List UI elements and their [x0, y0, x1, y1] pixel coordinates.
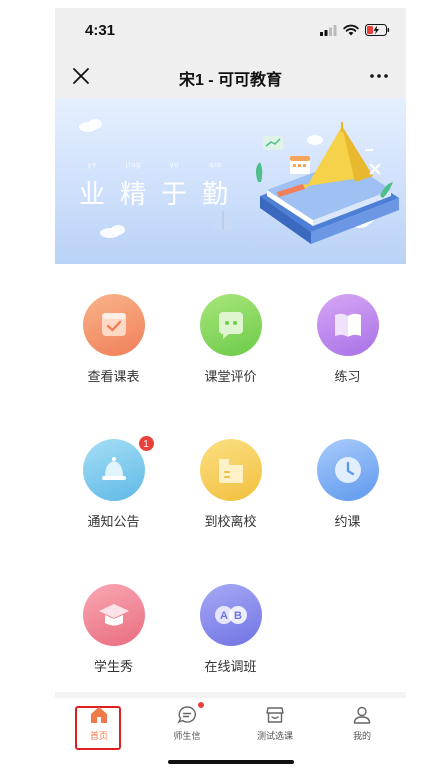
battery-charging-icon: [365, 24, 390, 36]
grid-label: 约课: [334, 514, 361, 529]
notification-badge: 1: [137, 435, 155, 452]
grid-item-practice[interactable]: 练习: [289, 294, 406, 385]
hero-banner: yè 业 jīng 精 yú 于 qín 勤: [55, 98, 406, 264]
svg-text:B: B: [234, 610, 242, 622]
grid-label: 到校离校: [204, 514, 257, 529]
ab-switch-icon: AB: [199, 584, 262, 646]
status-bar: 4:31: [55, 8, 406, 54]
motto-char: qín 勤: [202, 162, 230, 210]
grid-label: 通知公告: [87, 514, 140, 529]
grid-item-student-show[interactable]: 学生秀: [55, 584, 172, 675]
more-icon[interactable]: [368, 68, 390, 84]
signal-icon: [320, 24, 337, 36]
tab-label: 我的: [352, 731, 371, 741]
user-icon: [351, 704, 373, 726]
book-icon: [316, 294, 379, 356]
tab-label: 首页: [89, 731, 108, 741]
graduation-cap-icon: [82, 584, 145, 646]
clock-icon: [316, 439, 379, 501]
page-title: 宋1 - 可可教育: [178, 72, 283, 89]
message-icon: [176, 702, 204, 726]
grid-label: 练习: [334, 369, 361, 384]
tab-home[interactable]: 首页: [55, 704, 143, 742]
motto-char: yè 业: [79, 162, 107, 210]
grid-item-schedule[interactable]: 查看课表: [55, 294, 172, 385]
wifi-icon: [343, 24, 359, 36]
status-time: 4:31: [85, 22, 116, 39]
grid-item-booking[interactable]: 约课: [289, 439, 406, 530]
shop-icon: [264, 704, 286, 726]
tab-profile[interactable]: 我的: [318, 704, 406, 742]
tab-messages[interactable]: 师生信: [143, 702, 231, 742]
tab-test-course[interactable]: 测试选课: [231, 704, 319, 742]
home-indicator: [168, 760, 294, 764]
chat-bubble-icon: [199, 294, 262, 356]
grid-label: 学生秀: [93, 659, 133, 674]
tab-label: 师生信: [173, 731, 201, 741]
home-icon: [88, 704, 110, 726]
grid-item-evaluation[interactable]: 课堂评价: [172, 294, 289, 385]
grid-item-notice[interactable]: 1 通知公告: [55, 435, 172, 530]
grid-label: 课堂评价: [204, 369, 257, 384]
grid-label: 在线调班: [204, 659, 257, 674]
phone-screen: 4:31 宋1 - 可可教育 yè 业 jīng 精 yú 于 qín 勤 查看…: [55, 8, 406, 772]
motto-char: yú 于: [161, 162, 189, 210]
feature-grid: 查看课表 课堂评价 练习 1 通知公告 到校离校 约课 学生秀 A B 在线调班: [55, 264, 406, 694]
tab-bar: 首页 师生信 测试选课 我的: [55, 698, 406, 750]
status-icons: [320, 24, 390, 36]
grid-item-class-transfer[interactable]: AB 在线调班: [172, 584, 289, 675]
grid-item-attendance[interactable]: 到校离校: [172, 439, 289, 530]
card-icon: [199, 439, 262, 501]
nav-bar: 宋1 - 可可教育: [55, 54, 406, 98]
grid-label: 查看课表: [87, 369, 140, 384]
motto-char: jīng 精: [120, 162, 148, 210]
svg-text:A: A: [220, 610, 228, 622]
calendar-check-icon: [82, 294, 145, 356]
tab-label: 测试选课: [256, 731, 293, 741]
banner-motto: yè 业 jīng 精 yú 于 qín 勤: [79, 162, 230, 211]
unread-dot: [198, 702, 204, 708]
bell-icon: 1: [82, 435, 155, 501]
